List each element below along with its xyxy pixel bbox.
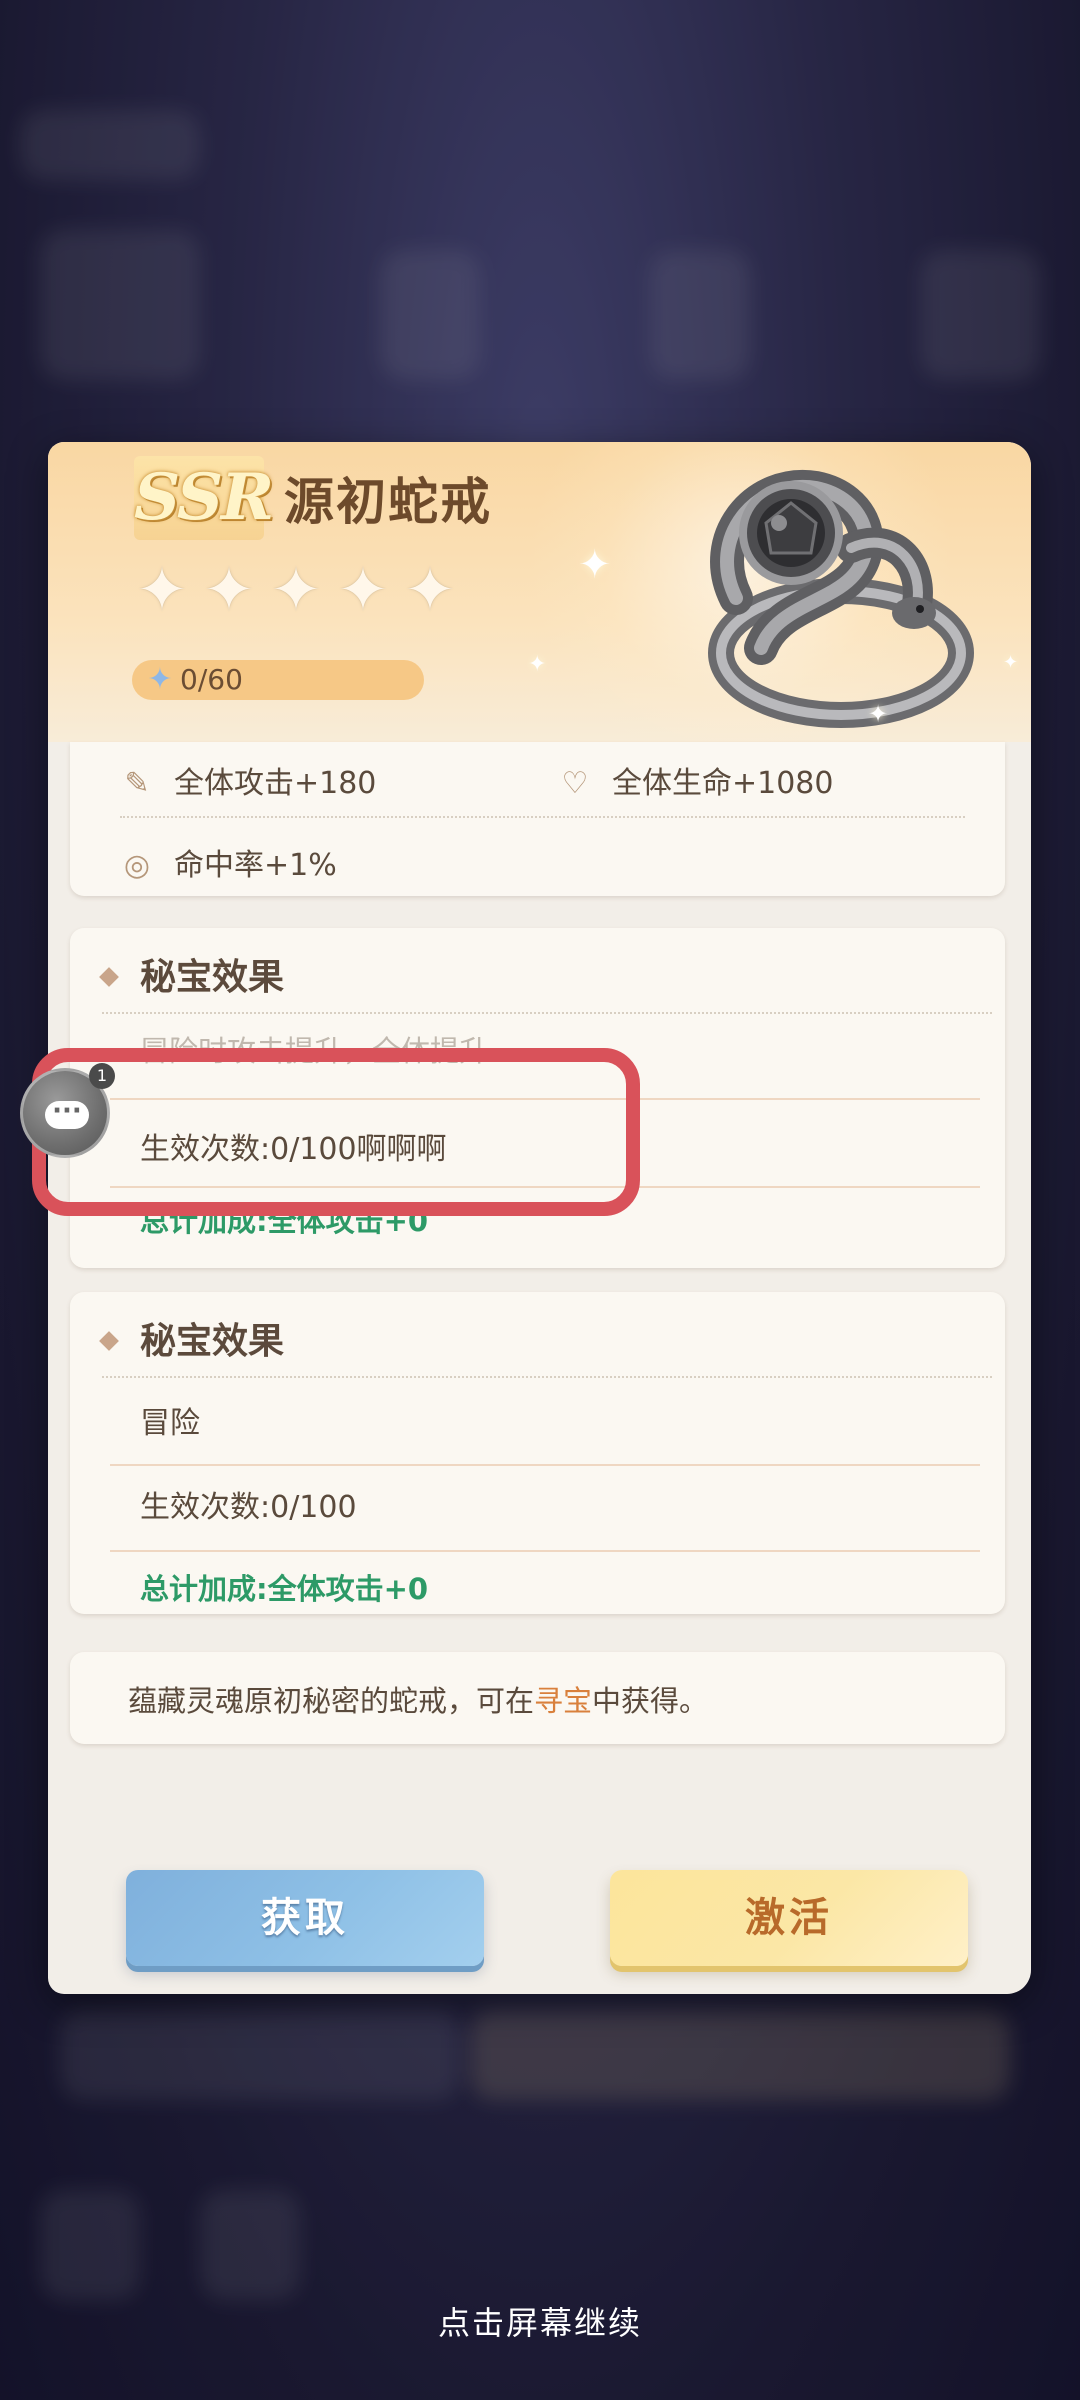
- item-description: 蕴藏灵魂原初秘密的蛇戒，可在寻宝中获得。: [128, 1684, 709, 1718]
- eye-icon: ◎: [123, 848, 151, 883]
- heart-icon: ♡: [561, 766, 589, 801]
- star-icon: ✦: [203, 553, 255, 626]
- floating-chat-button[interactable]: ··· 1: [20, 1063, 115, 1158]
- snake-ring-image: [708, 469, 974, 728]
- activate-button[interactable]: 激活: [610, 1870, 968, 1966]
- sword-icon: ✎: [124, 766, 150, 801]
- item-name: 源初蛇戒: [284, 472, 492, 531]
- effect-count: 生效次数:0/100: [140, 1490, 357, 1525]
- tap-to-continue[interactable]: 点击屏幕继续: [0, 2298, 1080, 2344]
- stat-hp: ♡ 全体生命+1080: [558, 758, 834, 802]
- fragment-count: 0/60: [180, 663, 243, 696]
- treasure-effect-section: 秘宝效果 冒险 生效次数:0/100 总计加成:全体攻击+0: [70, 1292, 1005, 1614]
- get-button[interactable]: 获取: [126, 1870, 484, 1966]
- stats-panel: ✎ 全体攻击+180 ♡ 全体生命+1080 ◎ 命中率+1%: [70, 742, 1005, 896]
- section-title: 秘宝效果: [140, 956, 285, 998]
- section-divider: [102, 1012, 992, 1014]
- diamond-icon: [99, 1331, 119, 1351]
- chat-icon: ···: [45, 1098, 89, 1129]
- stats-divider: [120, 816, 965, 818]
- sparkle-icon: ✦: [868, 700, 889, 728]
- star-rating: ✦ ✦ ✦ ✦ ✦: [132, 553, 460, 626]
- fragment-progress: ✦ 0/60: [132, 660, 424, 700]
- sparkle-icon: ✦: [578, 542, 612, 588]
- diamond-icon: [99, 967, 119, 987]
- row-divider: [110, 1550, 980, 1552]
- stat-accuracy: ◎ 命中率+1%: [120, 840, 337, 884]
- highlight-annotation: [32, 1048, 640, 1216]
- card-header: SSR 源初蛇戒 ✦ ✦ ✦ ✦ ✦ ✦ 0/60 ✦ ✦ ✦ ✦: [48, 442, 1031, 762]
- item-description-panel: 蕴藏灵魂原初秘密的蛇戒，可在寻宝中获得。: [70, 1652, 1005, 1744]
- treasure-hunt-link[interactable]: 寻宝: [534, 1684, 592, 1718]
- effect-description: 冒险: [140, 1406, 200, 1441]
- notification-badge: 1: [89, 1063, 115, 1089]
- star-icon: ✦: [404, 553, 456, 626]
- effect-total: 总计加成:全体攻击+0: [140, 1572, 429, 1606]
- section-divider: [102, 1376, 992, 1378]
- item-detail-card: SSR 源初蛇戒 ✦ ✦ ✦ ✦ ✦ ✦ 0/60 ✦ ✦ ✦ ✦ ✎ 全体攻击…: [48, 442, 1031, 1994]
- row-divider: [110, 1464, 980, 1466]
- star-icon: ✦: [337, 553, 389, 626]
- star-icon: ✦: [270, 553, 322, 626]
- rarity-badge: SSR: [134, 456, 274, 540]
- sparkle-icon: ✦: [1003, 652, 1019, 673]
- stat-attack: ✎ 全体攻击+180: [120, 758, 376, 802]
- sparkle-icon: ✦: [528, 652, 547, 677]
- shard-icon: ✦: [147, 662, 173, 697]
- star-icon: ✦: [136, 553, 188, 626]
- section-title: 秘宝效果: [140, 1320, 285, 1362]
